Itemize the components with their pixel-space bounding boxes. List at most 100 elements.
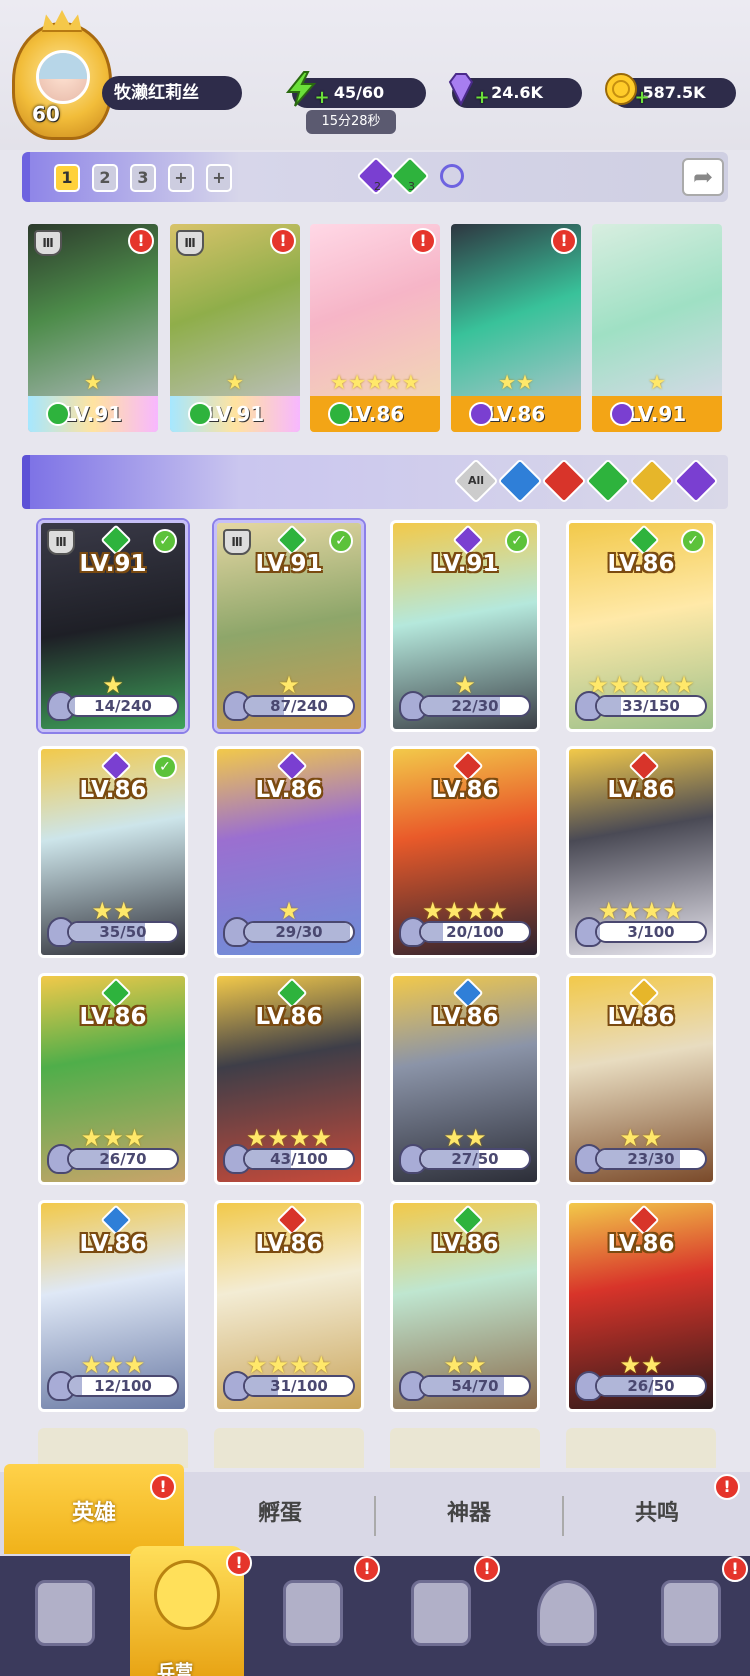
team-hero-card[interactable]: ! ★★★★★ LV.86 [310,224,440,432]
level-bar: LV.91 [592,396,722,432]
player-avatar[interactable]: 60 [12,10,112,142]
sub-tab-bar: 英雄 ! 孵蛋 神器 共鸣 ! [0,1464,750,1556]
gems-counter[interactable]: + 24.6K [448,73,582,108]
shard-progress-bar: 35/50 [67,921,179,943]
hero-card[interactable]: ✓ LV.91 ★ 22/30 [390,520,540,732]
nav-book-button[interactable] [268,1570,358,1660]
nav-shop-button[interactable] [396,1570,486,1660]
hero-level: LV.86 [607,551,675,577]
hero-card-peek [38,1428,188,1468]
alert-badge: ! [551,228,577,254]
alert-badge: ! [270,228,296,254]
level-bar: LV.91 [28,396,158,432]
element-icon [328,402,352,426]
add-gems-icon[interactable]: + [474,89,490,107]
shard-progress-bar: 23/30 [595,1148,707,1170]
shard-progress-bar: 43/100 [243,1148,355,1170]
player-level: 60 [32,102,60,126]
shard-progress-bar: 20/100 [419,921,531,943]
hero-level: LV.86 [607,777,675,803]
team-hero-card[interactable]: ★ LV.91 [592,224,722,432]
team-tab-2[interactable]: 2 [92,164,118,192]
add-team-tab[interactable]: + [206,164,232,192]
hero-card[interactable]: LV.86 ★★★ 26/70 [38,973,188,1185]
level-bar: LV.91 [170,396,300,432]
hero-level: LV.86 [431,1004,499,1030]
gold-counter[interactable]: + 587.5K [605,73,736,108]
team-hero-card[interactable]: Ⅲ! ★ LV.91 [170,224,300,432]
filter-wind-icon[interactable] [585,458,631,504]
add-team-tab[interactable]: + [168,164,194,192]
filter-fire-icon[interactable] [541,458,587,504]
nav-cards-button[interactable] [20,1570,110,1660]
shop-alert-badge: ! [474,1556,500,1582]
hero-level: LV.86 [79,1004,147,1030]
hero-card[interactable]: LV.86 ★★ 54/70 [390,1200,540,1412]
shard-progress-text: 26/70 [99,1150,147,1168]
team-hero-card[interactable]: Ⅲ! ★ LV.91 [28,224,158,432]
filter-light-icon[interactable] [629,458,675,504]
filter-water-icon[interactable] [497,458,543,504]
nav-guild-button[interactable] [646,1570,736,1660]
shard-progress-text: 43/100 [270,1150,328,1168]
shard-progress-bar: 31/100 [243,1375,355,1397]
progress-fill [69,1377,82,1395]
shard-progress-bar: 27/50 [419,1148,531,1170]
share-icon[interactable]: ➦ [682,158,724,196]
team-hero-card[interactable]: ! ★★ LV.86 [451,224,581,432]
star-rating: ★ [648,370,666,394]
magnifier-icon[interactable] [440,164,464,188]
hero-card[interactable]: Ⅲ ✓ LV.91 ★ 14/240 [38,520,188,732]
hero-card[interactable]: LV.86 ★★★★ 31/100 [214,1200,364,1412]
rank-badge-icon: Ⅲ [34,230,62,256]
shard-progress-bar: 26/70 [67,1148,179,1170]
nav-mushroom-button[interactable] [522,1570,612,1660]
book-alert-badge: ! [354,1556,380,1582]
add-gold-icon[interactable]: + [634,89,650,107]
hero-card[interactable]: LV.86 ★★★★ 43/100 [214,973,364,1185]
team-tab-1[interactable]: 1 [54,164,80,192]
hero-card[interactable]: LV.86 ★★ 23/30 [566,973,716,1185]
shard-progress-text: 35/50 [99,923,147,941]
star-rating: ★★ [498,370,534,394]
hero-card[interactable]: ✓ LV.86 ★★★★★ 33/150 [566,520,716,732]
hero-card[interactable]: LV.86 ★★ 27/50 [390,973,540,1185]
stamina-counter[interactable]: + 45/60 [285,71,426,108]
shard-progress-text: 29/30 [275,923,323,941]
hero-card[interactable]: LV.86 ★★★★ 20/100 [390,746,540,958]
team-tab-3[interactable]: 3 [130,164,156,192]
resonance-alert-badge: ! [714,1474,740,1500]
hero-card[interactable]: Ⅲ ✓ LV.91 ★ 87/240 [214,520,364,732]
element-icon [46,402,70,426]
hero-level: LV.86 [486,402,546,426]
tab-artifacts[interactable]: 神器 [376,1472,562,1556]
element-icon [469,402,493,426]
shard-progress-text: 14/240 [94,697,152,715]
hero-level: LV.86 [255,1231,323,1257]
shard-progress-bar: 26/50 [595,1375,707,1397]
player-name[interactable]: 牧濑红莉丝 [102,76,242,110]
main-nav-bar: 兵营 ! ! ! ! [0,1546,750,1676]
star-rating: ★ [84,370,102,394]
tab-hatch[interactable]: 孵蛋 [190,1472,370,1556]
hero-level: LV.86 [255,1004,323,1030]
filter-all-button[interactable]: All [453,458,499,504]
hero-card[interactable]: LV.86 ★★★★ 3/100 [566,746,716,958]
hero-level: LV.86 [431,777,499,803]
in-team-check-icon: ✓ [505,529,529,553]
shard-progress-bar: 14/240 [67,695,179,717]
progress-fill [69,697,76,715]
avatar-portrait [36,50,90,104]
add-stamina-icon[interactable]: + [314,89,330,107]
hero-level: LV.86 [607,1004,675,1030]
hero-card[interactable]: LV.86 ★★★ 12/100 [38,1200,188,1412]
filter-dark-icon[interactable] [673,458,719,504]
hero-card[interactable]: ✓ LV.86 ★★ 35/50 [38,746,188,958]
gems-value: 24.6K [491,83,543,102]
shard-progress-text: 27/50 [451,1150,499,1168]
in-team-check-icon: ✓ [329,529,353,553]
hero-card-peek [390,1428,540,1468]
hero-card[interactable]: LV.86 ★ 29/30 [214,746,364,958]
shard-progress-bar: 54/70 [419,1375,531,1397]
hero-card[interactable]: LV.86 ★★ 26/50 [566,1200,716,1412]
